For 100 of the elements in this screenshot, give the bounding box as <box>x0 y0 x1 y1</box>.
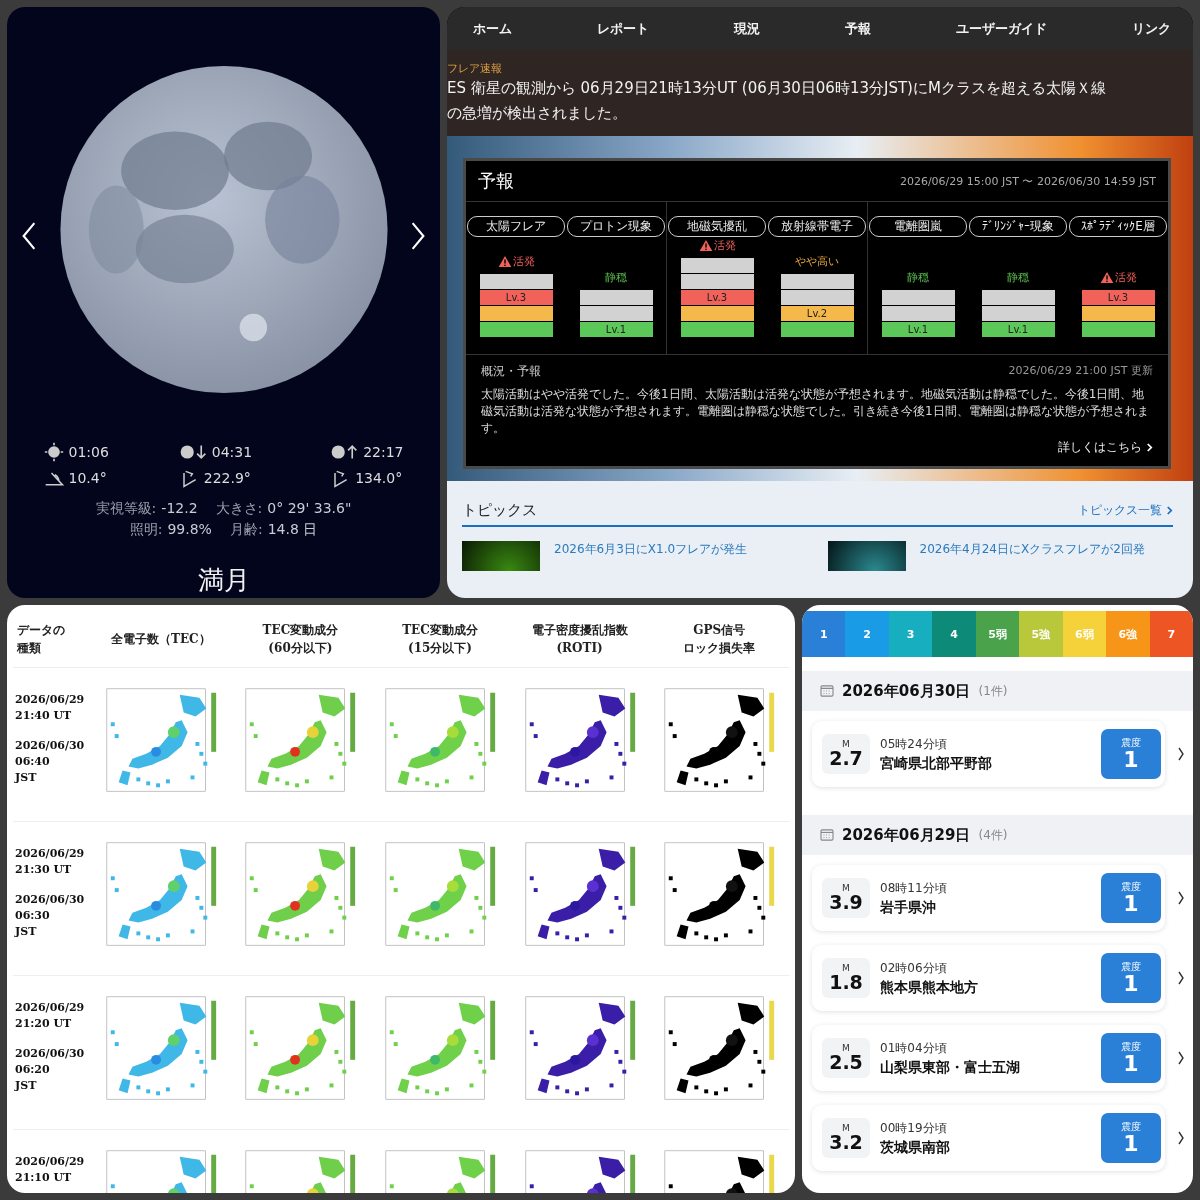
chevron-right-icon <box>1177 746 1185 762</box>
quake-time: 08時11分頃 <box>880 879 948 897</box>
color-scale-bar <box>490 1000 496 1060</box>
level-bar: Lv.1 <box>981 322 1055 337</box>
intensity-label: 震度 <box>1121 961 1141 972</box>
chevron-left-icon[interactable] <box>21 221 37 251</box>
status-text: 静穏 <box>907 270 929 285</box>
alert-text: の急増が検出されました。 <box>447 102 628 124</box>
warning-icon <box>1099 271 1114 284</box>
status-text: 活発 <box>713 238 736 253</box>
color-scale-bar <box>490 1154 496 1193</box>
forecast-period: 2026/06/29 15:00 JST 〜 2026/06/30 14:59 JST <box>899 173 1156 189</box>
intensity-scale-item: 2 <box>845 611 889 657</box>
summary-text: 太陽活動はやや活発でした。今後1日間、太陽活動は活発な状態が予想されます。地磁気活動は静穏でした。今後1日間、地磁気活動は活発な状態が予想されます。電離圏は静穏な状態でした。引き続き今後1日間、電離圏は静穏な状態が予想されます。 <box>481 386 1150 437</box>
quake-count: (4件) <box>978 826 1008 844</box>
nav-link[interactable]: 予報 <box>845 15 871 42</box>
category-label: 太陽フレア <box>467 216 565 237</box>
moonset-icon <box>178 442 207 462</box>
magnitude-value: 3.2 <box>829 1133 863 1152</box>
chevron-right-icon <box>1177 1130 1185 1146</box>
color-scale-bar <box>211 692 216 752</box>
magnitude-unit: M <box>842 964 850 973</box>
column-header: ロック損失率 <box>683 640 756 657</box>
quake-place: 宮崎県北部平野部 <box>880 754 993 773</box>
magnitude-unit: M <box>842 884 850 893</box>
stat-label: 実視等級: <box>95 500 157 518</box>
level-bar: Lv.3 <box>680 290 754 305</box>
quake-time: 05時24分頃 <box>880 735 948 753</box>
chevron-right-icon[interactable] <box>410 221 426 251</box>
quake-time: 00時19分頃 <box>880 1119 948 1137</box>
forecast-title: 予報 <box>478 169 514 193</box>
nav-link[interactable]: ホーム <box>473 15 512 42</box>
color-scale-bar <box>629 1154 635 1193</box>
intensity-label: 震度 <box>1121 1041 1141 1052</box>
level-bar: Lv.2 <box>780 306 854 321</box>
calendar-icon <box>820 829 834 841</box>
magnitude-value: 2.5 <box>829 1053 863 1072</box>
nav-link[interactable]: リンク <box>1132 15 1171 42</box>
magnitude-unit: M <box>842 740 850 749</box>
status-text: 静穏 <box>1007 270 1029 285</box>
nav-link[interactable]: レポート <box>597 15 649 42</box>
time-label: 2026/06/30 06:30 JST <box>15 892 86 940</box>
color-scale-bar <box>490 846 496 906</box>
quake-time: 02時06分頃 <box>880 959 948 977</box>
color-scale-bar <box>211 846 216 906</box>
column-header: 全電子数（TEC） <box>110 631 211 648</box>
topics-title: トピックス <box>462 501 537 520</box>
category-label: プロトン現象 <box>567 216 665 237</box>
intensity-scale-item: 5弱 <box>975 611 1020 657</box>
stat-value: 99.8% <box>167 521 212 539</box>
topics-list-link[interactable]: トピックス一覧 <box>1078 502 1173 519</box>
nav-link[interactable]: ユーザーガイド <box>956 15 1047 42</box>
quake-place: 岩手県沖 <box>880 898 937 917</box>
intensity-value: 1 <box>1123 972 1139 995</box>
status-text: 活発 <box>512 254 535 269</box>
time-label: 2026/06/29 21:20 UT <box>15 1000 86 1032</box>
intensity-value: 1 <box>1123 1052 1139 1075</box>
level-bar: Lv.3 <box>1081 290 1155 305</box>
intensity-scale-item: 6強 <box>1106 611 1150 657</box>
color-scale-bar <box>350 846 356 906</box>
magnitude-value: 1.8 <box>829 973 863 992</box>
color-scale-bar <box>350 1154 356 1193</box>
category-label: ｽﾎﾟﾗﾃﾞｨｯｸE層 <box>1069 216 1167 237</box>
calendar-icon <box>820 685 834 697</box>
status-text: やや高い <box>795 254 839 269</box>
time-label: 2026/06/29 21:30 UT <box>15 846 86 878</box>
quake-place: 山梨県東部・富士五湖 <box>880 1058 1021 1077</box>
event-angle: 134.0° <box>355 470 403 486</box>
magnitude-value: 2.7 <box>829 749 863 768</box>
level-bar: Lv.1 <box>579 322 653 337</box>
time-label: 2026/06/29 21:40 UT <box>15 692 86 724</box>
category-label: 電離圏嵐 <box>869 216 967 237</box>
stat-label: 大きさ: <box>215 500 263 518</box>
intensity-scale-item: 7 <box>1149 611 1193 657</box>
moon-transit-icon <box>43 442 64 462</box>
intensity-value: 1 <box>1123 892 1139 915</box>
warning-icon <box>698 239 713 252</box>
summary-updated: 2026/06/29 21:00 JST 更新 <box>1008 363 1153 379</box>
quake-count: (1件) <box>978 682 1008 700</box>
intensity-label: 震度 <box>1121 881 1141 892</box>
column-header: 種類 <box>17 640 41 657</box>
status-text: 活発 <box>1114 270 1137 285</box>
color-scale-bar <box>769 1000 775 1060</box>
color-scale-bar <box>211 1000 216 1060</box>
magnitude-unit: M <box>842 1044 850 1053</box>
color-scale-bar <box>769 1154 775 1193</box>
chevron-right-icon <box>1177 1050 1185 1066</box>
alert-text: ES 衛星の観測から 06月29日21時13分UT (06月30日06時13分JST)にMクラスを超える太陽Ｘ線 <box>447 77 1107 99</box>
details-link[interactable]: 詳しくはこちら <box>1058 439 1153 456</box>
color-scale-bar <box>350 692 356 752</box>
stat-value: 0° 29' 33.6" <box>267 500 352 518</box>
color-scale-bar <box>629 1000 635 1060</box>
topic-link[interactable]: 2026年6月3日にX1.0フレアが発生 <box>554 541 748 571</box>
stat-value: -12.2 <box>161 500 198 518</box>
nav-link[interactable]: 現況 <box>734 15 760 42</box>
time-label: 2026/06/30 06:20 JST <box>15 1046 86 1094</box>
topic-link[interactable]: 2026年4月24日にXクラスフレアが2回発 <box>919 541 1145 571</box>
column-header: (ROTI) <box>556 640 603 657</box>
color-scale-bar <box>350 1000 356 1060</box>
column-header: (60分以下) <box>268 640 333 657</box>
